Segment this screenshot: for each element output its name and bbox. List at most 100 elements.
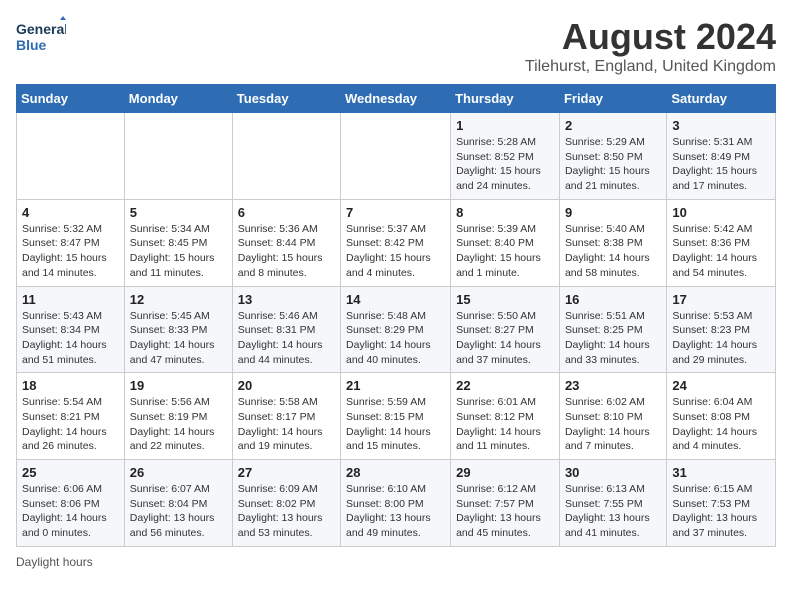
calendar-cell: 16 Sunrise: 5:51 AMSunset: 8:25 PMDayligh… (559, 286, 666, 373)
header: General Blue August 2024 Tilehurst, Engl… (16, 16, 776, 76)
day-info: Sunrise: 5:58 AMSunset: 8:17 PMDaylight:… (238, 395, 335, 454)
calendar-cell: 26 Sunrise: 6:07 AMSunset: 8:04 PMDayligh… (124, 460, 232, 547)
col-header-tuesday: Tuesday (232, 85, 340, 113)
day-info: Sunrise: 5:28 AMSunset: 8:52 PMDaylight:… (456, 135, 554, 194)
day-info: Sunrise: 6:06 AMSunset: 8:06 PMDaylight:… (22, 482, 119, 541)
calendar-cell: 29 Sunrise: 6:12 AMSunset: 7:57 PMDayligh… (451, 460, 560, 547)
calendar-cell: 8Sunrise: 5:39 AMSunset: 8:40 PMDaylight… (451, 199, 560, 286)
calendar-cell (17, 113, 125, 200)
calendar-cell: 12Sunrise: 5:45 AMSunset: 8:33 PMDayligh… (124, 286, 232, 373)
calendar-table: SundayMondayTuesdayWednesdayThursdayFrid… (16, 84, 776, 547)
day-info: Sunrise: 5:56 AMSunset: 8:19 PMDaylight:… (130, 395, 227, 454)
col-header-thursday: Thursday (451, 85, 560, 113)
day-info: Sunrise: 5:31 AMSunset: 8:49 PMDaylight:… (672, 135, 770, 194)
calendar-cell: 27Sunrise: 6:09 AMSunset: 8:02 PMDayligh… (232, 460, 340, 547)
day-number: 23 (565, 378, 661, 393)
calendar-cell: 5 Sunrise: 5:34 AMSunset: 8:45 PMDaylight… (124, 199, 232, 286)
day-info: Sunrise: 5:51 AMSunset: 8:25 PMDaylight:… (565, 309, 661, 368)
col-header-sunday: Sunday (17, 85, 125, 113)
day-info: Sunrise: 6:02 AMSunset: 8:10 PMDaylight:… (565, 395, 661, 454)
day-number: 14 (346, 292, 445, 307)
day-number: 7 (346, 205, 445, 220)
week-row-4: 18 Sunrise: 5:54 AMSunset: 8:21 PMDayligh… (17, 373, 776, 460)
day-info: Sunrise: 6:04 AMSunset: 8:08 PMDaylight:… (672, 395, 770, 454)
subtitle: Tilehurst, England, United Kingdom (525, 58, 776, 76)
calendar-cell: 17 Sunrise: 5:53 AMSunset: 8:23 PMDayligh… (667, 286, 776, 373)
week-row-5: 25 Sunrise: 6:06 AMSunset: 8:06 PMDayligh… (17, 460, 776, 547)
day-number: 9 (565, 205, 661, 220)
day-number: 25 (22, 465, 119, 480)
week-row-3: 11 Sunrise: 5:43 AMSunset: 8:34 PMDayligh… (17, 286, 776, 373)
logo-icon: General Blue (16, 16, 66, 60)
day-info: Sunrise: 5:37 AMSunset: 8:42 PMDaylight:… (346, 222, 445, 281)
col-header-friday: Friday (559, 85, 666, 113)
day-number: 26 (130, 465, 227, 480)
day-info: Sunrise: 5:53 AMSunset: 8:23 PMDaylight:… (672, 309, 770, 368)
day-number: 17 (672, 292, 770, 307)
day-number: 22 (456, 378, 554, 393)
day-info: Sunrise: 6:15 AMSunset: 7:53 PMDaylight:… (672, 482, 770, 541)
day-info: Sunrise: 5:59 AMSunset: 8:15 PMDaylight:… (346, 395, 445, 454)
day-number: 16 (565, 292, 661, 307)
calendar-cell: 22 Sunrise: 6:01 AMSunset: 8:12 PMDayligh… (451, 373, 560, 460)
day-number: 21 (346, 378, 445, 393)
day-number: 2 (565, 118, 661, 133)
day-number: 27 (238, 465, 335, 480)
day-number: 4 (22, 205, 119, 220)
day-number: 30 (565, 465, 661, 480)
day-info: Sunrise: 6:01 AMSunset: 8:12 PMDaylight:… (456, 395, 554, 454)
day-info: Sunrise: 5:36 AMSunset: 8:44 PMDaylight:… (238, 222, 335, 281)
calendar-cell: 10 Sunrise: 5:42 AMSunset: 8:36 PMDayligh… (667, 199, 776, 286)
day-number: 10 (672, 205, 770, 220)
week-row-2: 4 Sunrise: 5:32 AMSunset: 8:47 PMDaylight… (17, 199, 776, 286)
calendar-cell: 23 Sunrise: 6:02 AMSunset: 8:10 PMDayligh… (559, 373, 666, 460)
day-info: Sunrise: 5:34 AMSunset: 8:45 PMDaylight:… (130, 222, 227, 281)
col-header-monday: Monday (124, 85, 232, 113)
calendar-cell: 14 Sunrise: 5:48 AMSunset: 8:29 PMDayligh… (341, 286, 451, 373)
footer-note: Daylight hours (16, 555, 776, 569)
day-info: Sunrise: 5:32 AMSunset: 8:47 PMDaylight:… (22, 222, 119, 281)
day-number: 18 (22, 378, 119, 393)
day-info: Sunrise: 5:40 AMSunset: 8:38 PMDaylight:… (565, 222, 661, 281)
day-info: Sunrise: 6:13 AMSunset: 7:55 PMDaylight:… (565, 482, 661, 541)
calendar-header-row: SundayMondayTuesdayWednesdayThursdayFrid… (17, 85, 776, 113)
day-info: Sunrise: 5:46 AMSunset: 8:31 PMDaylight:… (238, 309, 335, 368)
calendar-cell: 15 Sunrise: 5:50 AMSunset: 8:27 PMDayligh… (451, 286, 560, 373)
day-info: Sunrise: 5:50 AMSunset: 8:27 PMDaylight:… (456, 309, 554, 368)
calendar-cell (124, 113, 232, 200)
day-info: Sunrise: 5:43 AMSunset: 8:34 PMDaylight:… (22, 309, 119, 368)
calendar-cell: 1 Sunrise: 5:28 AMSunset: 8:52 PMDaylight… (451, 113, 560, 200)
day-number: 15 (456, 292, 554, 307)
day-info: Sunrise: 6:12 AMSunset: 7:57 PMDaylight:… (456, 482, 554, 541)
day-info: Sunrise: 5:42 AMSunset: 8:36 PMDaylight:… (672, 222, 770, 281)
day-number: 29 (456, 465, 554, 480)
calendar-cell: 30 Sunrise: 6:13 AMSunset: 7:55 PMDayligh… (559, 460, 666, 547)
day-info: Sunrise: 5:48 AMSunset: 8:29 PMDaylight:… (346, 309, 445, 368)
calendar-cell (232, 113, 340, 200)
week-row-1: 1 Sunrise: 5:28 AMSunset: 8:52 PMDaylight… (17, 113, 776, 200)
day-number: 1 (456, 118, 554, 133)
calendar-cell: 28Sunrise: 6:10 AMSunset: 8:00 PMDayligh… (341, 460, 451, 547)
day-number: 5 (130, 205, 227, 220)
day-number: 11 (22, 292, 119, 307)
title-section: August 2024 Tilehurst, England, United K… (525, 16, 776, 76)
day-number: 19 (130, 378, 227, 393)
logo: General Blue (16, 16, 66, 60)
calendar-cell: 6 Sunrise: 5:36 AMSunset: 8:44 PMDaylight… (232, 199, 340, 286)
calendar-cell: 7 Sunrise: 5:37 AMSunset: 8:42 PMDaylight… (341, 199, 451, 286)
day-number: 24 (672, 378, 770, 393)
calendar-cell: 18 Sunrise: 5:54 AMSunset: 8:21 PMDayligh… (17, 373, 125, 460)
day-info: Sunrise: 5:54 AMSunset: 8:21 PMDaylight:… (22, 395, 119, 454)
day-number: 6 (238, 205, 335, 220)
day-info: Sunrise: 6:07 AMSunset: 8:04 PMDaylight:… (130, 482, 227, 541)
day-info: Sunrise: 5:29 AMSunset: 8:50 PMDaylight:… (565, 135, 661, 194)
calendar-cell: 13Sunrise: 5:46 AMSunset: 8:31 PMDayligh… (232, 286, 340, 373)
day-number: 20 (238, 378, 335, 393)
day-number: 31 (672, 465, 770, 480)
footer-text: Daylight hours (16, 555, 93, 569)
calendar-cell: 2 Sunrise: 5:29 AMSunset: 8:50 PMDaylight… (559, 113, 666, 200)
day-info: Sunrise: 5:45 AMSunset: 8:33 PMDaylight:… (130, 309, 227, 368)
day-number: 8 (456, 205, 554, 220)
svg-text:Blue: Blue (16, 37, 47, 53)
calendar-cell (341, 113, 451, 200)
